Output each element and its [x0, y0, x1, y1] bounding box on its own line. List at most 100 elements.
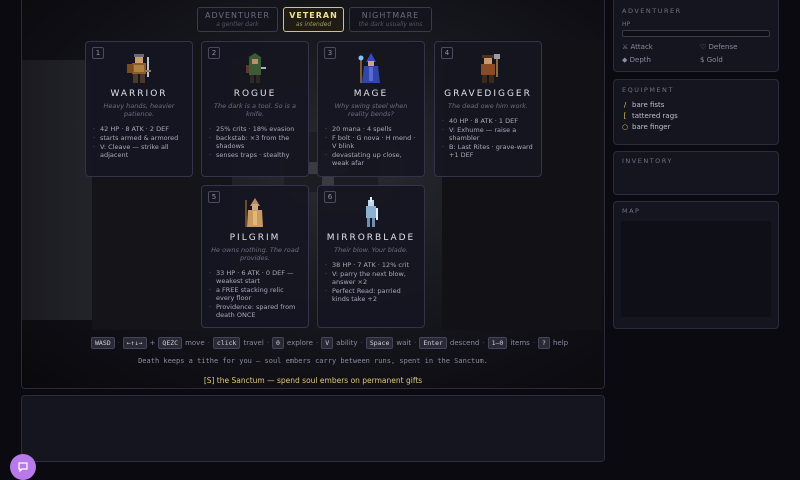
class-trait: a FREE stacking relic every floor [209, 286, 301, 302]
stat-label: Depth [629, 56, 651, 64]
separator: · [482, 339, 485, 347]
class-traits: 33 HP · 6 ATK · 0 DEF — weakest start a … [209, 269, 301, 319]
class-trait: V: Cleave — strike all adjacent [93, 143, 185, 159]
key-space: Space [365, 337, 394, 349]
panel-title: INVENTORY [622, 157, 673, 165]
class-tagline: Heavy hands, heavier patience. [103, 102, 175, 118]
separator: · [315, 339, 319, 347]
class-traits: 42 HP · 8 ATK · 2 DEF starts armed & arm… [93, 125, 185, 159]
chat-button[interactable] [10, 454, 36, 480]
difficulty-subtitle: a gentler dark [216, 21, 259, 28]
class-tagline: He owns nothing. The road provides. [211, 246, 299, 262]
dungeon-wall [22, 60, 92, 320]
separator: · [414, 339, 417, 347]
key-wasd: WASD [91, 337, 115, 349]
message-log [21, 395, 605, 462]
hotkey-desc: explore [286, 339, 313, 347]
key-items: 1–0 [487, 337, 508, 349]
hotkey-desc: move [185, 339, 205, 347]
difficulty-subtitle: the dark usually wins [358, 21, 423, 28]
difficulty-name: VETERAN [289, 11, 338, 20]
equipment-weapon[interactable]: / bare fists [622, 101, 778, 109]
class-card-warrior[interactable]: 1 WARRIOR Heavy hands, heavier patience.… [85, 41, 193, 177]
class-trait: senses traps · stealthy [209, 151, 301, 159]
stat-attack: ⚔ Attack [622, 43, 700, 51]
key-explore: 0 [272, 337, 284, 349]
class-traits: 38 HP · 7 ATK · 12% crit V: parry the ne… [325, 261, 417, 303]
armor-icon: [ [623, 112, 627, 120]
stat-label: Gold [706, 56, 723, 64]
panel-title: MAP [622, 207, 641, 215]
class-trait: Providence: spared from death ONCE [209, 303, 301, 319]
separator: · [360, 339, 363, 347]
hp-bar [622, 30, 770, 37]
key-v: V [321, 337, 334, 349]
panel-title: EQUIPMENT [622, 86, 674, 94]
difficulty-nightmare[interactable]: NIGHTMARE the dark usually wins [349, 7, 432, 32]
class-trait: V: Exhume — raise a shambler [442, 126, 534, 142]
rogue-sprite-icon [246, 53, 266, 83]
hotkey-desc: descend [449, 339, 480, 347]
key-enter: Enter [419, 337, 447, 349]
separator: · [207, 339, 210, 347]
warrior-sprite-icon [127, 54, 151, 83]
gold-icon: $ [700, 56, 705, 64]
separator: · [532, 339, 536, 347]
separator: · [117, 339, 120, 347]
difficulty-selector: ADVENTURER a gentler dark VETERAN as int… [197, 7, 432, 32]
minimap[interactable] [621, 221, 771, 317]
separator: · [266, 339, 269, 347]
class-name: MAGE [353, 89, 389, 99]
plus-text: + [149, 339, 156, 347]
chat-icon [18, 462, 28, 473]
class-trait: 40 HP · 8 ATK · 1 DEF [442, 117, 534, 125]
class-tagline: Their blow. Your blade. [334, 246, 408, 254]
pilgrim-sprite-icon [245, 198, 263, 227]
class-tagline: Why swing steel when reality bends? [334, 102, 408, 118]
class-name: GRAVEDIGGER [444, 89, 532, 99]
hotkey-bar: WASD · ←↑↓→ + QEZC move · click travel ·… [91, 337, 568, 349]
equipment-label: bare finger [632, 123, 671, 131]
difficulty-name: ADVENTURER [205, 11, 270, 20]
class-traits: 25% crits · 18% evasion backstab: ×3 fro… [209, 125, 301, 159]
class-card-pilgrim[interactable]: 5 PILGRIM He owns nothing. The road prov… [201, 185, 309, 328]
class-card-rogue[interactable]: 2 ROGUE The dark is a tool. So is a knif… [201, 41, 309, 177]
difficulty-subtitle: as intended [295, 21, 332, 28]
class-trait: 20 mana · 4 spells [325, 125, 417, 133]
class-card-gravedigger[interactable]: 4 GRAVEDIGGER The dead owe him work. 40 … [434, 41, 542, 177]
weapon-icon: / [623, 101, 627, 109]
hp-label: HP [622, 21, 631, 28]
stat-gold: $ Gold [700, 56, 778, 64]
mirrorblade-sprite-icon [366, 197, 378, 227]
class-traits: 40 HP · 8 ATK · 1 DEF V: Exhume — raise … [442, 117, 534, 159]
class-number: 2 [208, 47, 220, 59]
class-number: 4 [441, 47, 453, 59]
class-trait: 33 HP · 6 ATK · 0 DEF — weakest start [209, 269, 301, 285]
key-click: click [212, 337, 241, 349]
inventory-panel: INVENTORY [613, 151, 779, 195]
shield-icon: ♡ [700, 43, 707, 51]
equipment-armor[interactable]: [ tattered rags [622, 112, 778, 120]
depth-icon: ◆ [622, 56, 628, 64]
class-number: 1 [92, 47, 104, 59]
stat-label: Defense [708, 43, 738, 51]
class-number: 5 [208, 191, 220, 203]
mage-sprite-icon [358, 53, 380, 83]
stats-grid: ⚔ Attack ♡ Defense ◆ Depth $ Gold [622, 43, 778, 64]
key-qezc: QEZC [158, 337, 183, 349]
equipment-label: tattered rags [632, 112, 678, 120]
class-trait: devastating up close, weak afar [325, 151, 417, 167]
class-trait: F bolt · G nova · H mend · V blink [325, 134, 417, 150]
difficulty-adventurer[interactable]: ADVENTURER a gentler dark [197, 7, 278, 32]
sanctum-link[interactable]: [S] the Sanctum — spend soul embers on p… [0, 376, 626, 385]
class-traits: 20 mana · 4 spells F bolt · G nova · H m… [325, 125, 417, 167]
difficulty-veteran[interactable]: VETERAN as intended [283, 7, 344, 32]
class-trait: B: Last Rites · grave-ward +1 DEF [442, 143, 534, 159]
map-panel: MAP [613, 201, 779, 329]
class-card-mage[interactable]: 3 MAGE Why swing steel when reality bend… [317, 41, 425, 177]
equipment-ring[interactable]: ○ bare finger [622, 123, 778, 131]
class-card-mirrorblade[interactable]: 6 MIRRORBLADE Their blow. Your blade. 38… [317, 185, 425, 328]
hotkey-desc: ability [336, 339, 358, 347]
stat-defense: ♡ Defense [700, 43, 778, 51]
class-trait: V: parry the next blow, answer ×2 [325, 270, 417, 286]
